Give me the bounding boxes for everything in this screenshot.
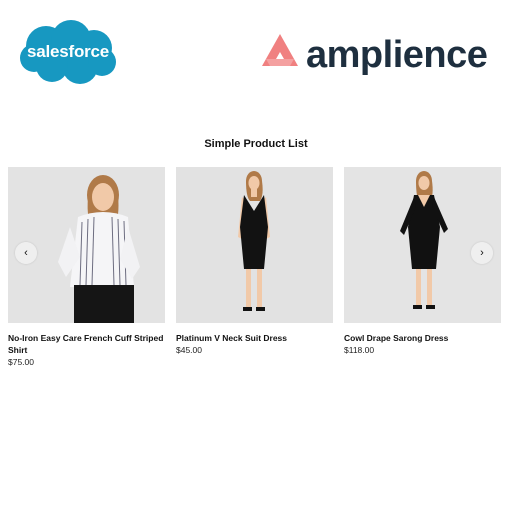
salesforce-logo: salesforce [16,16,120,88]
product-card[interactable]: Platinum V Neck Suit Dress $45.00 [176,167,333,355]
carousel-next-button[interactable]: › [471,242,493,264]
amplience-mark-icon [262,34,298,66]
chevron-left-icon: ‹ [24,247,28,259]
product-price: $118.00 [344,345,375,355]
product-name[interactable]: Cowl Drape Sarong Dress [344,332,501,344]
product-image[interactable] [176,167,333,323]
product-card[interactable]: No-Iron Easy Care French Cuff Striped Sh… [8,167,165,367]
carousel-prev-button[interactable]: ‹ [15,242,37,264]
product-name[interactable]: No-Iron Easy Care French Cuff Striped Sh… [8,332,165,356]
salesforce-logo-text: salesforce [26,42,110,61]
product-price: $45.00 [176,345,202,355]
amplience-logo: amplience [260,30,500,80]
amplience-logo-text: amplience [306,34,488,76]
product-price: $75.00 [8,357,34,367]
product-list-title: Simple Product List [204,138,308,150]
product-name[interactable]: Platinum V Neck Suit Dress [176,332,333,344]
chevron-right-icon: › [480,247,484,259]
